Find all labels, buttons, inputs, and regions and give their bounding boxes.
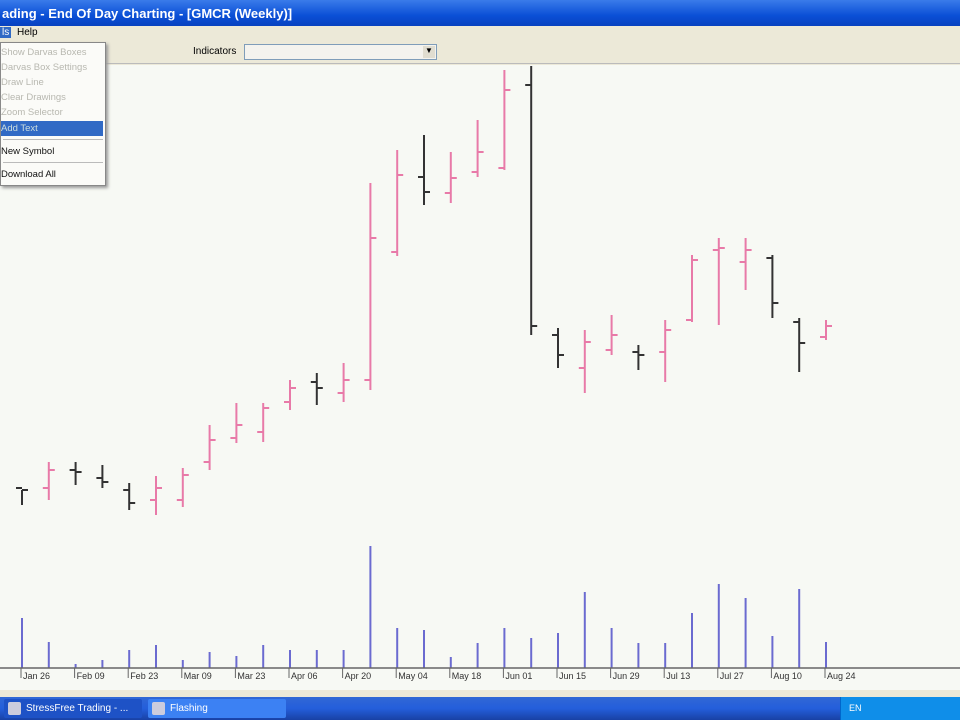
x-tick-label: Jun 29 bbox=[613, 671, 640, 681]
menu-item-clear-drawings[interactable]: Clear Drawings bbox=[1, 90, 105, 105]
x-tick-label: Aug 24 bbox=[827, 671, 856, 681]
x-tick-label: Mar 23 bbox=[237, 671, 265, 681]
menu-item-draw-line[interactable]: Draw Line bbox=[1, 75, 105, 90]
x-tick-label: Feb 23 bbox=[130, 671, 158, 681]
x-tick-label: Apr 20 bbox=[345, 671, 372, 681]
indicators-select[interactable]: ▼ bbox=[244, 44, 437, 60]
menu-separator bbox=[3, 162, 103, 163]
menu-item-add-text[interactable]: Add Text bbox=[1, 121, 103, 136]
menu-bar: ls Help bbox=[0, 26, 960, 40]
x-tick-label: Jun 01 bbox=[505, 671, 532, 681]
x-tick-label: Apr 06 bbox=[291, 671, 318, 681]
menu-item-zoom-selector[interactable]: Zoom Selector bbox=[1, 105, 105, 120]
taskbar: StressFree Trading - ... Flashing EN bbox=[0, 697, 960, 720]
x-tick-label: Jul 27 bbox=[720, 671, 744, 681]
menu-item-download-all[interactable]: Download All bbox=[1, 167, 105, 182]
language-indicator[interactable]: EN bbox=[849, 703, 862, 713]
x-tick-label: Mar 09 bbox=[184, 671, 212, 681]
chevron-down-icon[interactable]: ▼ bbox=[423, 46, 435, 58]
menu-help[interactable]: Help bbox=[17, 27, 38, 38]
x-tick-label: Feb 09 bbox=[77, 671, 105, 681]
menu-item-show-darvas-boxes[interactable]: Show Darvas Boxes bbox=[1, 45, 105, 60]
taskbar-item-stressfree[interactable]: StressFree Trading - ... bbox=[4, 699, 142, 718]
menu-separator bbox=[3, 139, 103, 140]
tools-menu-dropdown: Show Darvas Boxes Darvas Box Settings Draw… bbox=[0, 42, 106, 186]
toolbar: Indicators ▼ bbox=[0, 40, 960, 64]
menu-item-darvas-box-settings[interactable]: Darvas Box Settings bbox=[1, 60, 105, 75]
x-tick-label: Aug 10 bbox=[773, 671, 802, 681]
menu-item-new-symbol[interactable]: New Symbol bbox=[1, 144, 105, 159]
taskbar-item-flashing[interactable]: Flashing bbox=[148, 699, 286, 718]
x-tick-label: Jul 13 bbox=[666, 671, 690, 681]
x-tick-label: Jun 15 bbox=[559, 671, 586, 681]
system-tray: EN bbox=[840, 697, 960, 720]
window-title: ading - End Of Day Charting - [GMCR (Wee… bbox=[0, 0, 960, 26]
x-tick-label: May 18 bbox=[452, 671, 482, 681]
x-tick-label: May 04 bbox=[398, 671, 428, 681]
menu-tools[interactable]: ls bbox=[0, 27, 12, 38]
app-icon bbox=[8, 702, 21, 715]
chart-svg: Jan 26 Feb 09 Feb 23 Mar 09 Mar 23 Apr 06 Apr … bbox=[0, 66, 960, 681]
indicators-label: Indicators bbox=[193, 46, 237, 57]
app-icon bbox=[152, 702, 165, 715]
price-chart[interactable]: Jan 26 Feb 09 Feb 23 Mar 09 Mar 23 Apr 06 Apr … bbox=[0, 65, 960, 690]
x-tick-label: Jan 26 bbox=[23, 671, 50, 681]
